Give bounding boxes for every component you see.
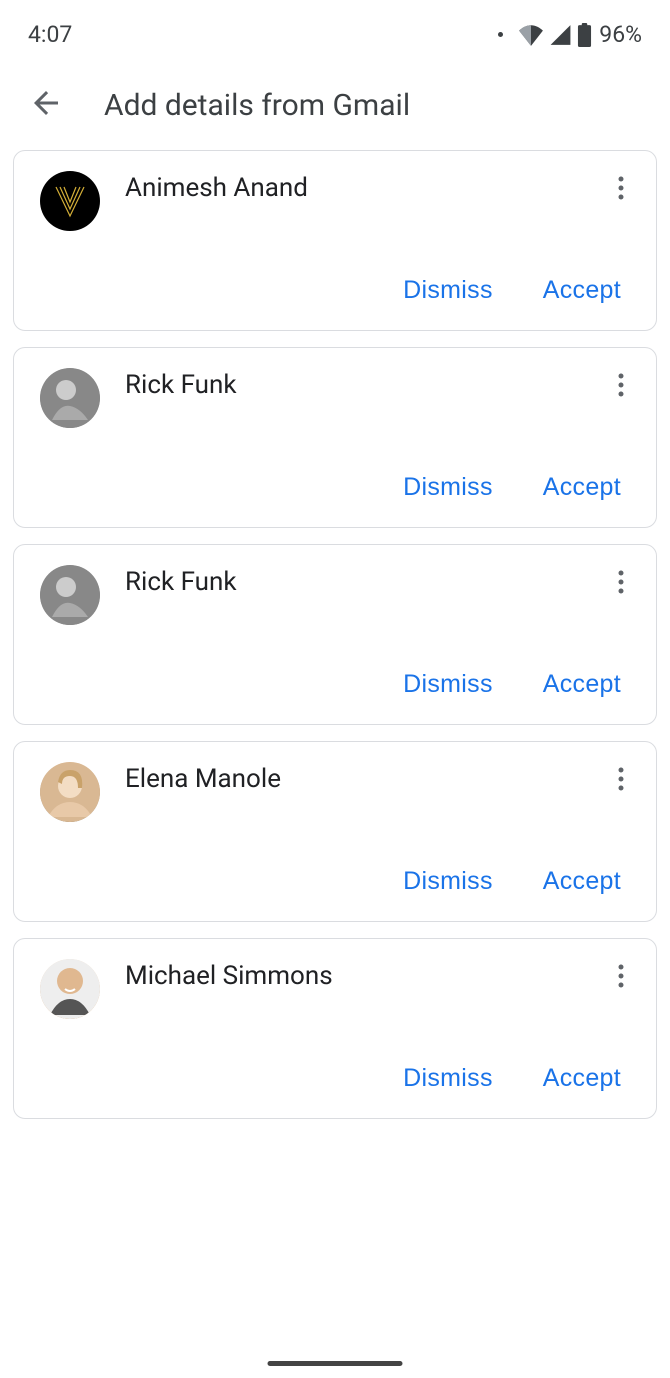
avatar bbox=[40, 959, 100, 1019]
contact-name: Rick Funk bbox=[125, 565, 581, 597]
contact-card: Michael Simmons Dismiss Accept bbox=[13, 938, 657, 1119]
avatar bbox=[40, 368, 100, 428]
battery-percent: 96% bbox=[599, 21, 642, 48]
contact-name: Michael Simmons bbox=[125, 959, 581, 991]
accept-button[interactable]: Accept bbox=[543, 473, 621, 502]
contacts-list: Animesh Anand Dismiss Accept Rick Funk D… bbox=[0, 150, 670, 1119]
avatar bbox=[40, 171, 100, 231]
dismiss-button[interactable]: Dismiss bbox=[403, 1064, 493, 1093]
back-arrow-icon[interactable] bbox=[28, 85, 64, 125]
nav-handle[interactable] bbox=[268, 1361, 403, 1366]
status-time: 4:07 bbox=[28, 21, 72, 48]
avatar bbox=[40, 565, 100, 625]
accept-button[interactable]: Accept bbox=[543, 670, 621, 699]
contact-card: Elena Manole Dismiss Accept bbox=[13, 741, 657, 922]
avatar bbox=[40, 762, 100, 822]
accept-button[interactable]: Accept bbox=[543, 867, 621, 896]
contact-card: Rick Funk Dismiss Accept bbox=[13, 347, 657, 528]
accept-button[interactable]: Accept bbox=[543, 276, 621, 305]
page-title: Add details from Gmail bbox=[104, 88, 410, 123]
dismiss-button[interactable]: Dismiss bbox=[403, 473, 493, 502]
contact-name: Elena Manole bbox=[125, 762, 581, 794]
toolbar: Add details from Gmail bbox=[0, 55, 670, 150]
wifi-icon bbox=[518, 24, 544, 46]
status-right: 96% bbox=[498, 21, 642, 48]
contact-card: Rick Funk Dismiss Accept bbox=[13, 544, 657, 725]
dismiss-button[interactable]: Dismiss bbox=[403, 276, 493, 305]
status-bar: 4:07 96% bbox=[0, 0, 670, 55]
contact-name: Animesh Anand bbox=[125, 171, 581, 203]
more-options-button[interactable] bbox=[606, 565, 636, 594]
battery-icon bbox=[577, 23, 592, 47]
contact-card: Animesh Anand Dismiss Accept bbox=[13, 150, 657, 331]
status-dot-icon bbox=[498, 32, 503, 37]
cell-signal-icon bbox=[549, 24, 572, 46]
more-options-button[interactable] bbox=[606, 959, 636, 988]
contact-name: Rick Funk bbox=[125, 368, 581, 400]
dismiss-button[interactable]: Dismiss bbox=[403, 670, 493, 699]
more-options-button[interactable] bbox=[606, 762, 636, 791]
more-options-button[interactable] bbox=[606, 368, 636, 397]
more-options-button[interactable] bbox=[606, 171, 636, 200]
accept-button[interactable]: Accept bbox=[543, 1064, 621, 1093]
dismiss-button[interactable]: Dismiss bbox=[403, 867, 493, 896]
